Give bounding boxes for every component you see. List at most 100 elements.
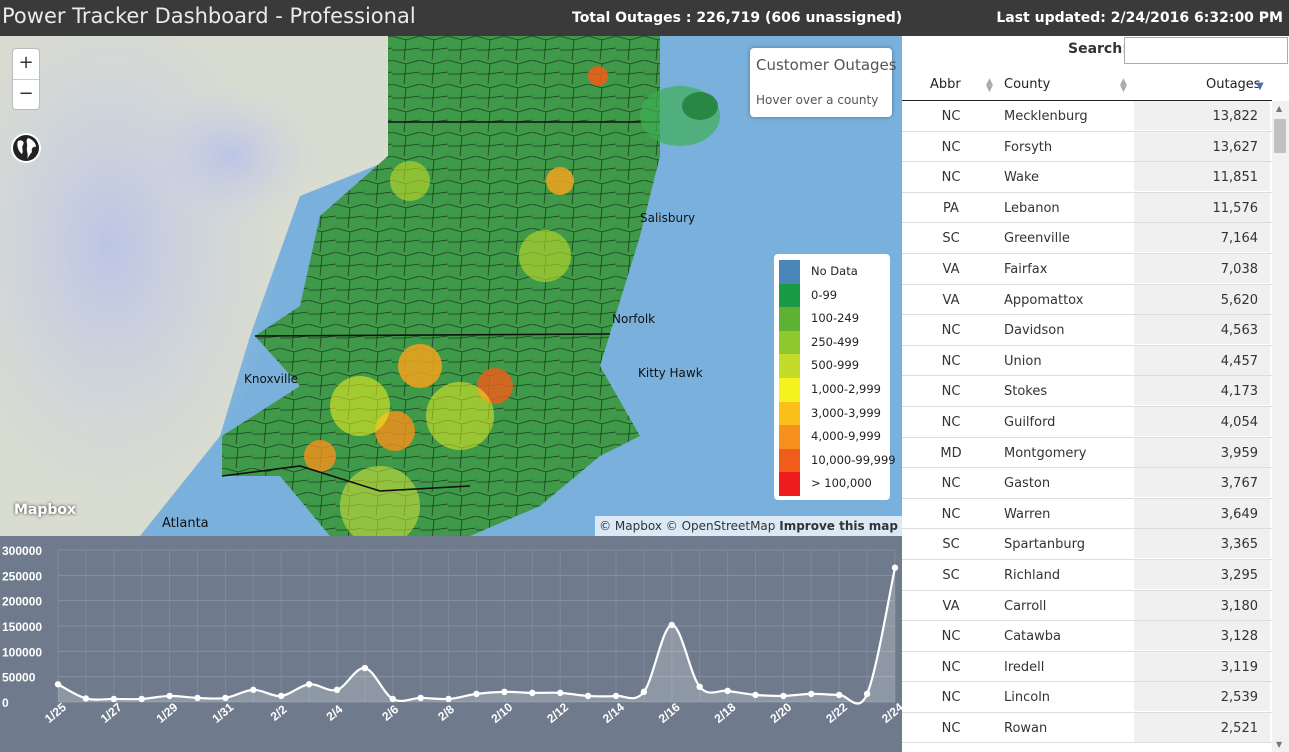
table-row[interactable]: PA Lebanon 11,576 [902, 192, 1272, 224]
data-point[interactable] [138, 695, 145, 703]
y-tick-label: 150000 [2, 620, 42, 634]
legend-label: 3,000-3,999 [811, 405, 881, 420]
x-tick-label: 2/2 [268, 702, 290, 724]
data-point[interactable] [696, 683, 703, 690]
legend-swatch [779, 283, 800, 308]
sort-icon[interactable]: ▲ ▼ [986, 78, 993, 94]
scroll-thumb[interactable] [1274, 119, 1286, 153]
data-point[interactable] [417, 694, 424, 702]
table-row[interactable]: NC Gaston 3,767 [902, 468, 1272, 499]
table-row[interactable]: NC Forsyth 13,627 [902, 131, 1272, 163]
attribution-text[interactable]: © Mapbox © OpenStreetMap [599, 519, 775, 533]
table-row[interactable]: SC Spartanburg 3,365 [902, 529, 1272, 560]
cell-outages: 4,054 [1134, 406, 1270, 436]
table-row[interactable]: NC Stokes 4,173 [902, 376, 1272, 407]
outage-map[interactable]: + − Customer Outages Hover over a county… [0, 36, 902, 536]
county-table-panel: Search: Abbr ▲ ▼ County ▲ ▼ Outages ▼ NC Me… [902, 36, 1289, 752]
cell-outages: 11,576 [1134, 192, 1270, 222]
sort-icon[interactable]: ▲ ▼ [1120, 78, 1127, 94]
data-point[interactable] [808, 690, 815, 698]
table-row[interactable]: NC Union 4,457 [902, 345, 1272, 377]
data-point[interactable] [640, 688, 648, 696]
data-point[interactable] [166, 692, 173, 700]
zoom-in-button[interactable]: + [13, 49, 39, 79]
cell-outages: 3,128 [1134, 621, 1270, 651]
table-row[interactable]: NC Wake 11,851 [902, 162, 1272, 193]
data-point[interactable] [54, 681, 62, 688]
data-point[interactable] [250, 686, 257, 694]
data-point[interactable] [501, 688, 508, 696]
data-point[interactable] [557, 689, 564, 697]
data-point[interactable] [361, 664, 369, 672]
y-tick-label: 50000 [2, 671, 36, 685]
data-point[interactable] [389, 695, 396, 703]
data-point[interactable] [278, 692, 285, 700]
table-scrollbar[interactable]: ▲ ▼ [1272, 101, 1289, 752]
city-label: Norfolk [612, 312, 656, 326]
cell-abbr: NC [941, 323, 961, 339]
cell-abbr: PA [943, 200, 959, 216]
data-point[interactable] [82, 695, 90, 702]
table-row[interactable]: NC Lincoln 2,539 [902, 682, 1272, 713]
table-row[interactable]: VA Appomattox 5,620 [902, 284, 1272, 316]
data-point[interactable] [305, 681, 313, 688]
table-row[interactable]: SC Richland 3,295 [902, 559, 1272, 591]
data-point[interactable] [445, 695, 452, 703]
cell-county: Mecklenburg [1004, 109, 1088, 124]
legend-label: 250-499 [811, 334, 860, 349]
cell-county: Davidson [1004, 323, 1065, 339]
legend-label: > 100,000 [811, 476, 872, 491]
table-row[interactable]: NC Mecklenburg 13,822 [902, 101, 1272, 132]
column-header-county[interactable]: County [1004, 77, 1050, 92]
data-point[interactable] [863, 690, 871, 698]
search-input[interactable] [1124, 37, 1288, 64]
data-point[interactable] [836, 691, 843, 699]
table-row[interactable]: MD Montgomery 3,959 [902, 437, 1272, 469]
data-point[interactable] [724, 687, 731, 695]
data-point[interactable] [891, 564, 899, 571]
data-point[interactable] [668, 621, 675, 629]
cell-abbr: NC [941, 476, 961, 492]
data-point[interactable] [473, 690, 480, 698]
improve-map-link[interactable]: Improve this map [779, 519, 898, 533]
table-row[interactable]: NC Catawba 3,128 [902, 621, 1272, 652]
table-row[interactable]: NC Warren 3,649 [902, 498, 1272, 530]
table-row[interactable]: NC Rowan 2,521 [902, 712, 1272, 744]
cell-outages: 3,767 [1134, 468, 1270, 498]
sort-desc-icon[interactable]: ▼ [1256, 81, 1264, 92]
table-row[interactable]: NC Guilford 4,054 [902, 406, 1272, 438]
cell-county: Carroll [1004, 598, 1047, 614]
table-row[interactable]: NC Iredell 3,119 [902, 651, 1272, 683]
table-row[interactable]: VA Carroll 3,180 [902, 590, 1272, 622]
cell-county: Stokes [1004, 384, 1048, 400]
scroll-up-icon[interactable]: ▲ [1276, 104, 1282, 113]
cell-county: Spartanburg [1004, 537, 1085, 553]
cell-abbr: NC [941, 109, 961, 124]
data-point[interactable] [780, 692, 787, 700]
data-point[interactable] [333, 686, 341, 694]
cell-outages: 2,539 [1134, 682, 1270, 712]
cell-abbr: VA [942, 292, 960, 308]
data-point[interactable] [612, 692, 620, 700]
column-header-outages[interactable]: Outages [1206, 77, 1261, 92]
column-header-abbr[interactable]: Abbr [930, 77, 961, 92]
data-point[interactable] [584, 692, 592, 700]
legend-item: 0-99 [779, 283, 890, 308]
table-row[interactable]: NC Davidson 4,563 [902, 315, 1272, 346]
scroll-down-icon[interactable]: ▼ [1276, 740, 1282, 749]
cell-abbr: NC [941, 659, 961, 675]
data-point[interactable] [752, 691, 759, 699]
legend-label: No Data [811, 264, 858, 278]
table-row[interactable]: VA Fairfax 7,038 [902, 253, 1272, 285]
data-point[interactable] [194, 694, 201, 702]
data-point[interactable] [529, 689, 536, 697]
x-tick-label: 2/18 [712, 700, 739, 726]
cell-county: Warren [1004, 506, 1051, 522]
legend-item: No Data [779, 260, 890, 284]
zoom-out-button[interactable]: − [13, 79, 39, 109]
city-label: Knoxville [244, 372, 299, 386]
data-point[interactable] [222, 694, 229, 702]
y-tick-label: 250000 [2, 569, 42, 583]
table-row[interactable]: SC Greenville 7,164 [902, 223, 1272, 254]
globe-icon[interactable] [10, 132, 42, 164]
